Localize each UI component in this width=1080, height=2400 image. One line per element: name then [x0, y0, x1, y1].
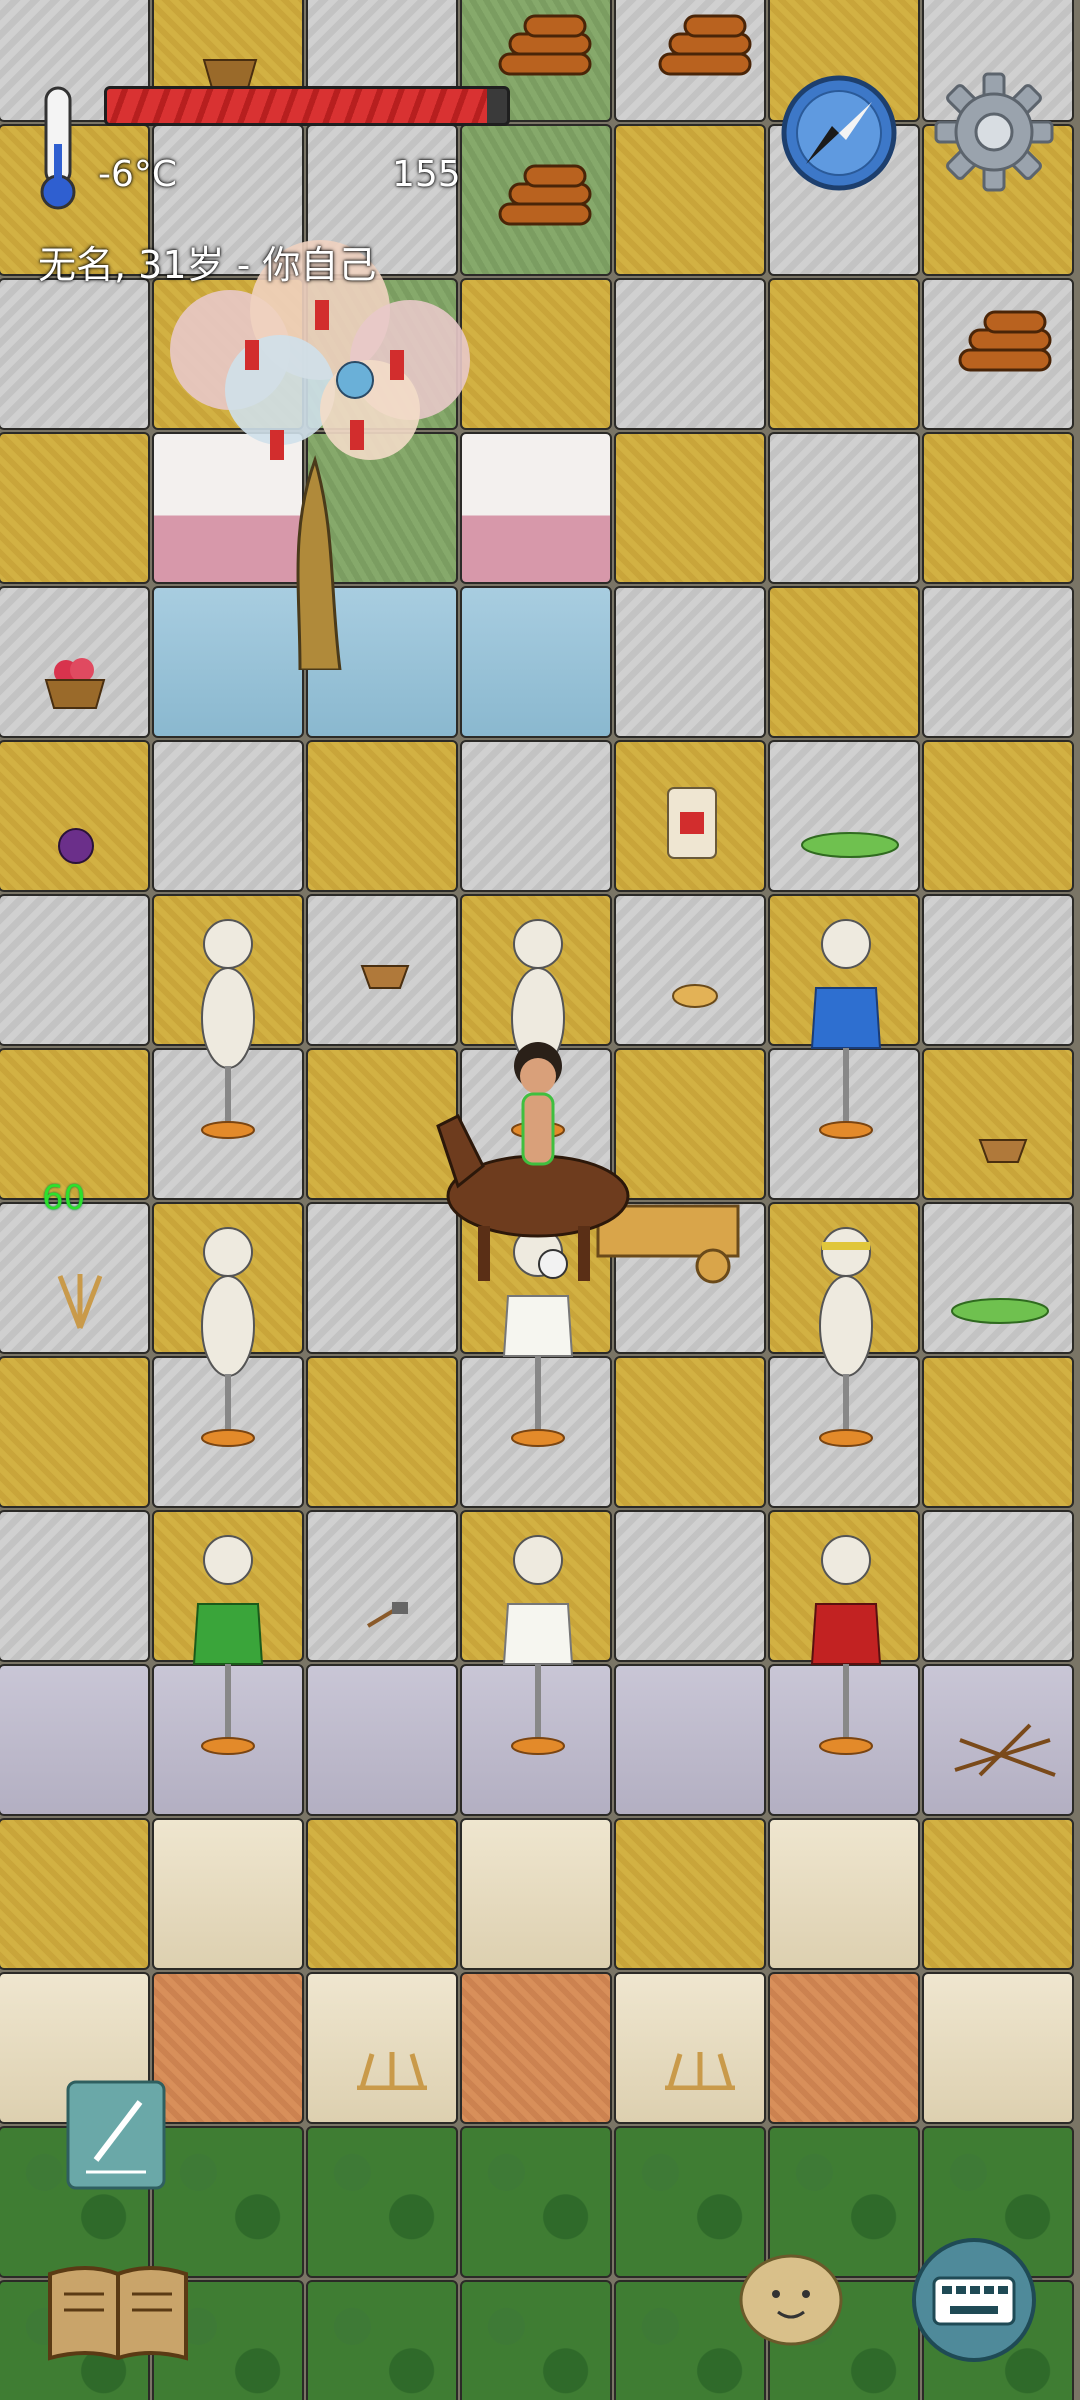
- leaf-pile[interactable]: [800, 830, 900, 860]
- book-icon[interactable]: [46, 2260, 190, 2364]
- food-value: 155: [392, 154, 461, 195]
- floor-tile[interactable]: [460, 1972, 612, 2124]
- floor-tile[interactable]: [614, 278, 766, 430]
- firewood-pile[interactable]: [490, 164, 600, 234]
- leaf-pile[interactable]: [950, 1296, 1050, 1326]
- floor-tile[interactable]: [0, 1510, 150, 1662]
- floor-tile[interactable]: [922, 432, 1074, 584]
- blossom-tree[interactable]: [150, 230, 480, 670]
- floor-tile[interactable]: [614, 432, 766, 584]
- floor-tile[interactable]: [0, 1818, 150, 1970]
- floor-tile[interactable]: [306, 1356, 458, 1508]
- wheat-bundle[interactable]: [660, 2050, 740, 2090]
- floor-tile[interactable]: [768, 432, 920, 584]
- floor-tile[interactable]: [306, 2280, 458, 2400]
- floor-tile[interactable]: [922, 740, 1074, 892]
- item-counter: 60: [42, 1178, 86, 1218]
- compass-icon[interactable]: [780, 74, 898, 192]
- floor-tile[interactable]: [614, 1510, 766, 1662]
- floor-tile[interactable]: [768, 740, 920, 892]
- floor-tile[interactable]: [768, 586, 920, 738]
- mannequin[interactable]: [188, 1226, 268, 1456]
- mannequin-headband[interactable]: [806, 1226, 886, 1456]
- berry-basket[interactable]: [42, 652, 108, 710]
- floor-tile[interactable]: [614, 1356, 766, 1508]
- floor-tile[interactable]: [614, 1818, 766, 1970]
- floor-tile[interactable]: [922, 586, 1074, 738]
- ball-of-yarn[interactable]: [56, 826, 96, 866]
- health-bar-fill: [107, 89, 487, 123]
- floor-tile[interactable]: [768, 278, 920, 430]
- floor-tile[interactable]: [152, 1818, 304, 1970]
- floor-tile[interactable]: [614, 1972, 766, 2124]
- hammer[interactable]: [364, 1600, 410, 1630]
- floor-tile[interactable]: [306, 740, 458, 892]
- health-bar: [104, 86, 510, 126]
- floor-tile[interactable]: [306, 1510, 458, 1662]
- temperature-readout: -6°C: [98, 154, 178, 195]
- player-on-horse-with-cart[interactable]: [428, 1036, 748, 1286]
- potato-face-icon[interactable]: [736, 2248, 846, 2348]
- floor-tile[interactable]: [922, 1818, 1074, 1970]
- floor-tile[interactable]: [922, 894, 1074, 1046]
- player-label: 无名, 31岁 - 你自己: [38, 243, 377, 287]
- floor-tile[interactable]: [306, 1664, 458, 1816]
- floor-tile[interactable]: [152, 740, 304, 892]
- floor-tile[interactable]: [152, 2126, 304, 2278]
- floor-tile[interactable]: [922, 1202, 1074, 1354]
- clay-bowl[interactable]: [978, 1134, 1028, 1164]
- keyboard-icon[interactable]: [910, 2236, 1038, 2364]
- floor-tile[interactable]: [922, 1510, 1074, 1662]
- floor-tile[interactable]: [306, 2126, 458, 2278]
- floor-tile[interactable]: [614, 586, 766, 738]
- floor-tile[interactable]: [0, 278, 150, 430]
- floor-tile[interactable]: [0, 1664, 150, 1816]
- mannequin-white-shirt[interactable]: [498, 1534, 578, 1764]
- floor-tile[interactable]: [152, 1972, 304, 2124]
- floor-tile[interactable]: [460, 586, 612, 738]
- pencil-icon[interactable]: [66, 2080, 166, 2190]
- firewood-pile[interactable]: [490, 14, 600, 84]
- floor-tile[interactable]: [922, 1972, 1074, 2124]
- mannequin-green-shirt[interactable]: [188, 1534, 268, 1764]
- firewood-pile[interactable]: [650, 14, 760, 84]
- floor-tile[interactable]: [306, 1818, 458, 1970]
- kindling-pile[interactable]: [950, 1720, 1060, 1780]
- clay-bowl[interactable]: [360, 960, 410, 990]
- floor-tile[interactable]: [0, 1356, 150, 1508]
- floor-tile[interactable]: [460, 2126, 612, 2278]
- floor-tile[interactable]: [460, 740, 612, 892]
- floor-tile[interactable]: [614, 894, 766, 1046]
- bread-loaf[interactable]: [670, 980, 720, 1010]
- floor-tile[interactable]: [922, 1356, 1074, 1508]
- wheat-sheaf[interactable]: [50, 1270, 110, 1330]
- floor-tile[interactable]: [0, 432, 150, 584]
- floor-tile[interactable]: [614, 124, 766, 276]
- floor-tile[interactable]: [0, 740, 150, 892]
- floor-tile[interactable]: [768, 1818, 920, 1970]
- flour-sack[interactable]: [662, 782, 722, 862]
- floor-tile[interactable]: [460, 278, 612, 430]
- floor-tile[interactable]: [614, 1664, 766, 1816]
- floor-tile[interactable]: [768, 1972, 920, 2124]
- basket[interactable]: [200, 50, 260, 90]
- firewood-pile[interactable]: [950, 310, 1060, 380]
- floor-tile[interactable]: [0, 894, 150, 1046]
- gear-icon[interactable]: [930, 68, 1058, 196]
- wheat-bundle[interactable]: [352, 2050, 432, 2090]
- mannequin[interactable]: [188, 918, 268, 1148]
- mannequin-blue-shirt[interactable]: [806, 918, 886, 1148]
- floor-tile[interactable]: [460, 2280, 612, 2400]
- mannequin-red-shirt[interactable]: [806, 1534, 886, 1764]
- floor-tile[interactable]: [460, 432, 612, 584]
- floor-tile[interactable]: [460, 1818, 612, 1970]
- floor-tile[interactable]: [306, 1972, 458, 2124]
- floor-tile[interactable]: [922, 1048, 1074, 1200]
- thermometer-icon: [40, 86, 76, 210]
